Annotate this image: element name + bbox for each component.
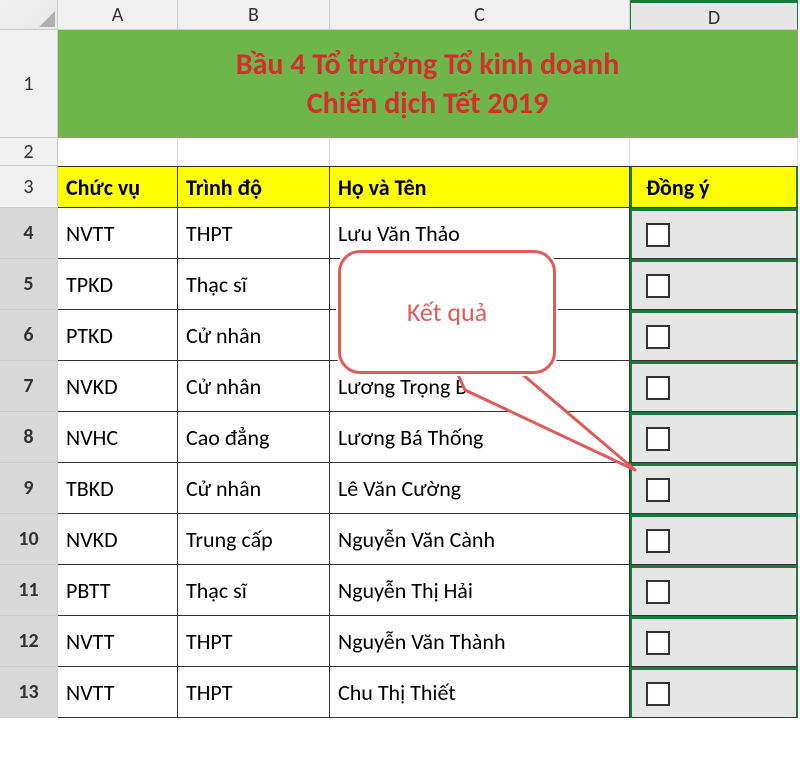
header-chuc-vu[interactable]: Chức vụ — [58, 166, 178, 208]
checkbox-row-4[interactable] — [646, 223, 670, 247]
header-trinh-do[interactable]: Trình độ — [178, 166, 330, 208]
cell-b8[interactable]: Cao đẳng — [178, 412, 330, 463]
cell-c10[interactable]: Nguyễn Văn Cành — [330, 514, 630, 565]
row-3-headers: 3 Chức vụ Trình độ Họ và Tên Đồng ý — [0, 166, 800, 208]
cell-d2[interactable] — [630, 138, 798, 166]
cell-d6[interactable] — [630, 310, 798, 361]
cell-b13[interactable]: THPT — [178, 667, 330, 718]
row-header-12[interactable]: 12 — [0, 616, 58, 667]
cell-c11[interactable]: Nguyễn Thị Hải — [330, 565, 630, 616]
cell-c13[interactable]: Chu Thị Thiết — [330, 667, 630, 718]
row-header-3[interactable]: 3 — [0, 166, 58, 208]
column-headers-row: A B C D — [0, 0, 800, 30]
checkbox-row-12[interactable] — [646, 631, 670, 655]
cell-d9[interactable] — [630, 463, 798, 514]
checkbox-row-6[interactable] — [646, 325, 670, 349]
column-header-c[interactable]: C — [330, 0, 630, 30]
checkbox-row-11[interactable] — [646, 580, 670, 604]
header-ho-ten[interactable]: Họ và Tên — [330, 166, 630, 208]
row-header-13[interactable]: 13 — [0, 667, 58, 718]
column-header-a[interactable]: A — [58, 0, 178, 30]
cell-d13[interactable] — [630, 667, 798, 718]
cell-a6[interactable]: PTKD — [58, 310, 178, 361]
row-header-6[interactable]: 6 — [0, 310, 58, 361]
row-header-1[interactable]: 1 — [0, 30, 58, 138]
checkbox-row-5[interactable] — [646, 274, 670, 298]
row-2: 2 — [0, 138, 800, 166]
cell-a8[interactable]: NVHC — [58, 412, 178, 463]
table-row: 11PBTTThạc sĩNguyễn Thị Hải — [0, 565, 800, 616]
header-dong-y[interactable]: Đồng ý — [630, 166, 798, 208]
callout-tail-icon — [455, 360, 655, 490]
cell-c2[interactable] — [330, 138, 630, 166]
cell-c12[interactable]: Nguyễn Văn Thành — [330, 616, 630, 667]
row-header-2[interactable]: 2 — [0, 138, 58, 166]
cell-b10[interactable]: Trung cấp — [178, 514, 330, 565]
cell-b5[interactable]: Thạc sĩ — [178, 259, 330, 310]
select-all-corner[interactable] — [0, 0, 58, 30]
cell-d4[interactable] — [630, 208, 798, 259]
cell-b6[interactable]: Cử nhân — [178, 310, 330, 361]
rows-container: 1 Bầu 4 Tổ trưởng Tổ kinh doanh Chiến dị… — [0, 30, 800, 718]
title-line-1: Bầu 4 Tổ trưởng Tổ kinh doanh — [66, 45, 789, 84]
table-row: 8NVHCCao đẳngLương Bá Thống — [0, 412, 800, 463]
cell-b4[interactable]: THPT — [178, 208, 330, 259]
cell-b11[interactable]: Thạc sĩ — [178, 565, 330, 616]
cell-d12[interactable] — [630, 616, 798, 667]
cell-a7[interactable]: NVKD — [58, 361, 178, 412]
cell-b12[interactable]: THPT — [178, 616, 330, 667]
checkbox-row-10[interactable] — [646, 529, 670, 553]
row-header-10[interactable]: 10 — [0, 514, 58, 565]
cell-b7[interactable]: Cử nhân — [178, 361, 330, 412]
cell-d7[interactable] — [630, 361, 798, 412]
table-row: 13NVTTTHPTChu Thị Thiết — [0, 667, 800, 718]
checkbox-row-13[interactable] — [646, 682, 670, 706]
cell-a12[interactable]: NVTT — [58, 616, 178, 667]
cell-a9[interactable]: TBKD — [58, 463, 178, 514]
row-1: 1 Bầu 4 Tổ trưởng Tổ kinh doanh Chiến dị… — [0, 30, 800, 138]
cell-a10[interactable]: NVKD — [58, 514, 178, 565]
column-header-d[interactable]: D — [630, 0, 798, 30]
row-header-4[interactable]: 4 — [0, 208, 58, 259]
row-header-8[interactable]: 8 — [0, 412, 58, 463]
column-header-b[interactable]: B — [178, 0, 330, 30]
cell-a13[interactable]: NVTT — [58, 667, 178, 718]
row-header-11[interactable]: 11 — [0, 565, 58, 616]
cell-d10[interactable] — [630, 514, 798, 565]
table-row: 9TBKDCử nhânLê Văn Cường — [0, 463, 800, 514]
cell-a2[interactable] — [58, 138, 178, 166]
table-row: 10NVKDTrung cấpNguyễn Văn Cành — [0, 514, 800, 565]
cell-d8[interactable] — [630, 412, 798, 463]
row-header-7[interactable]: 7 — [0, 361, 58, 412]
table-row: 12NVTTTHPTNguyễn Văn Thành — [0, 616, 800, 667]
cell-b9[interactable]: Cử nhân — [178, 463, 330, 514]
cell-b2[interactable] — [178, 138, 330, 166]
cell-a11[interactable]: PBTT — [58, 565, 178, 616]
title-line-2: Chiến dịch Tết 2019 — [66, 84, 789, 123]
cell-d11[interactable] — [630, 565, 798, 616]
title-merged-cell[interactable]: Bầu 4 Tổ trưởng Tổ kinh doanh Chiến dịch… — [58, 30, 798, 138]
cell-a5[interactable]: TPKD — [58, 259, 178, 310]
callout-text: Kết quả — [407, 296, 487, 328]
cell-d5[interactable] — [630, 259, 798, 310]
callout-bubble: Kết quả — [338, 250, 556, 374]
cell-a4[interactable]: NVTT — [58, 208, 178, 259]
row-header-5[interactable]: 5 — [0, 259, 58, 310]
row-header-9[interactable]: 9 — [0, 463, 58, 514]
